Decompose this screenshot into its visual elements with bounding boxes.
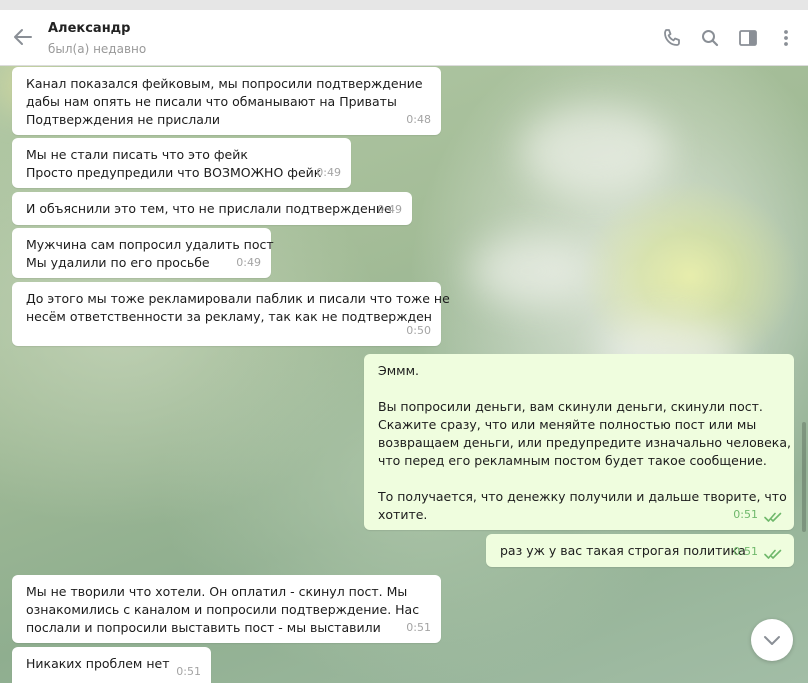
message-text: Скажите сразу, что или меняйте полностью…: [378, 417, 757, 432]
message-incoming[interactable]: Мужчина сам попросил удалить пост Мы уда…: [12, 228, 274, 278]
contact-status: был(а) недавно: [48, 42, 147, 56]
message-text: послали и попросили выставить пост - мы …: [26, 620, 381, 635]
message-text: несём ответственности за рекламу, так ка…: [26, 309, 432, 324]
message-text: И объяснили это тем, что не прислали под…: [26, 201, 392, 216]
scroll-to-bottom-button[interactable]: [751, 619, 793, 661]
message-time: 0:51: [406, 621, 431, 634]
wallpaper-petal: [470, 236, 590, 306]
message-text: То получается, что денежку получили и да…: [378, 489, 787, 504]
message-text: хотите.: [378, 507, 428, 522]
message-time: 0:49: [377, 203, 402, 216]
contact-name[interactable]: Александр: [48, 21, 131, 36]
message-incoming[interactable]: Никаких проблем нет 0:51: [12, 647, 211, 683]
chat-scrollbar[interactable]: [802, 422, 806, 532]
message-incoming[interactable]: Мы не творили что хотели. Он оплатил - с…: [12, 575, 441, 643]
message-time: 0:50: [406, 324, 431, 337]
message-text: ознакомились с каналом и попросили подтв…: [26, 602, 420, 617]
message-text: Канал показался фейковым, мы попросили п…: [26, 76, 423, 91]
message-text: Вы попросили деньги, вам скинули деньги,…: [378, 399, 763, 414]
chevron-down-icon: [764, 636, 780, 645]
back-button[interactable]: [10, 24, 36, 50]
message-text: До этого мы тоже рекламировали паблик и …: [26, 291, 450, 306]
message-text: Мы не творили что хотели. Он оплатил - с…: [26, 584, 408, 599]
message-text: Эммм.: [378, 363, 419, 378]
sidebar-toggle-icon: [739, 30, 757, 46]
message-time: 0:49: [316, 166, 341, 179]
message-time: 0:49: [236, 256, 261, 269]
message-time: 0:51: [176, 665, 201, 678]
wallpaper-petal: [520, 106, 670, 196]
message-text: Подтверждения не прислали: [26, 112, 221, 127]
message-text: Мы удалили по его просьбе: [26, 255, 210, 270]
more-options-button[interactable]: [775, 27, 797, 49]
sidebar-toggle-button[interactable]: [737, 27, 759, 49]
double-check-icon: [764, 549, 782, 559]
back-arrow-icon: [14, 29, 32, 45]
message-text: Никаких проблем нет: [26, 656, 170, 671]
message-text: Мы не стали писать что это фейк: [26, 147, 248, 162]
window-top-strip: [0, 0, 808, 10]
message-outgoing[interactable]: Эммм. Вы попросили деньги, вам скинули д…: [364, 354, 794, 530]
message-text: дабы нам опять не писали что обманывают …: [26, 94, 397, 109]
more-vert-icon: [784, 30, 788, 46]
message-incoming[interactable]: Канал показался фейковым, мы попросили п…: [12, 67, 441, 135]
search-icon: [702, 30, 719, 47]
search-button[interactable]: [699, 27, 721, 49]
phone-icon: [664, 29, 680, 46]
message-time: 0:51: [733, 545, 758, 558]
message-incoming[interactable]: Мы не стали писать что это фейк Просто п…: [12, 138, 351, 188]
call-button[interactable]: [661, 27, 683, 49]
message-time: 0:51: [733, 508, 758, 521]
message-incoming[interactable]: И объяснили это тем, что не прислали под…: [12, 192, 412, 225]
message-text: возвращаем деньги, или предупредите изна…: [378, 435, 791, 450]
message-text: что перед его рекламным постом будет так…: [378, 453, 767, 468]
message-text: Мужчина сам попросил удалить пост: [26, 237, 274, 252]
double-check-icon: [764, 512, 782, 522]
message-time: 0:48: [406, 113, 431, 126]
message-outgoing[interactable]: раз уж у вас такая строгая политика 0:51: [486, 534, 794, 567]
message-incoming[interactable]: До этого мы тоже рекламировали паблик и …: [12, 282, 450, 346]
message-text: Просто предупредили что ВОЗМОЖНО фейк: [26, 165, 322, 180]
chat-header: Александр был(а) недавно: [0, 10, 808, 66]
